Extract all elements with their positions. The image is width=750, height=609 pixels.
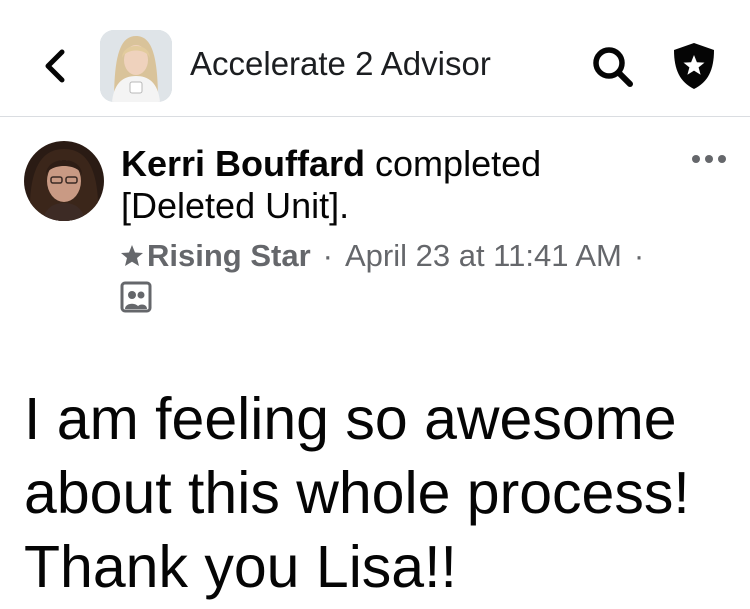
shield-star-icon [674, 43, 714, 89]
post-header-text: Kerri Bouffard completed [Deleted Unit]. [121, 143, 621, 227]
unit-name[interactable]: [Deleted Unit]. [121, 185, 349, 226]
post-body: I am feeling so awesome about this whole… [24, 382, 734, 604]
post-meta: Rising Star · April 23 at 11:41 AM · [119, 237, 656, 275]
post-action: completed [365, 143, 542, 184]
author-name[interactable]: Kerri Bouffard [121, 143, 365, 184]
back-button[interactable] [38, 46, 72, 86]
post-body-line: Thank you Lisa!! [24, 534, 457, 600]
member-badge[interactable]: Rising Star [147, 237, 311, 275]
author-avatar-image [24, 141, 104, 221]
group-avatar[interactable] [100, 30, 172, 102]
more-horizontal-icon [692, 155, 726, 163]
author-avatar[interactable] [24, 141, 104, 221]
group-members-icon [120, 281, 152, 313]
search-icon [593, 47, 633, 87]
search-button[interactable] [590, 44, 636, 90]
meta-separator: · [322, 238, 333, 273]
more-options-button[interactable] [690, 150, 728, 168]
top-navigation-bar: Accelerate 2 Advisor [0, 0, 750, 117]
group-name[interactable]: Accelerate 2 Advisor [190, 44, 491, 84]
chevron-left-icon [45, 49, 65, 83]
post-body-line: about this whole process! [24, 460, 690, 526]
star-badge-icon [121, 245, 143, 266]
group-avatar-image [100, 30, 172, 102]
post-body-line: I am feeling so awesome [24, 386, 677, 452]
meta-separator-2: · [633, 238, 645, 273]
post-timestamp[interactable]: April 23 at 11:41 AM [345, 237, 622, 275]
admin-tools-button[interactable] [668, 40, 720, 92]
